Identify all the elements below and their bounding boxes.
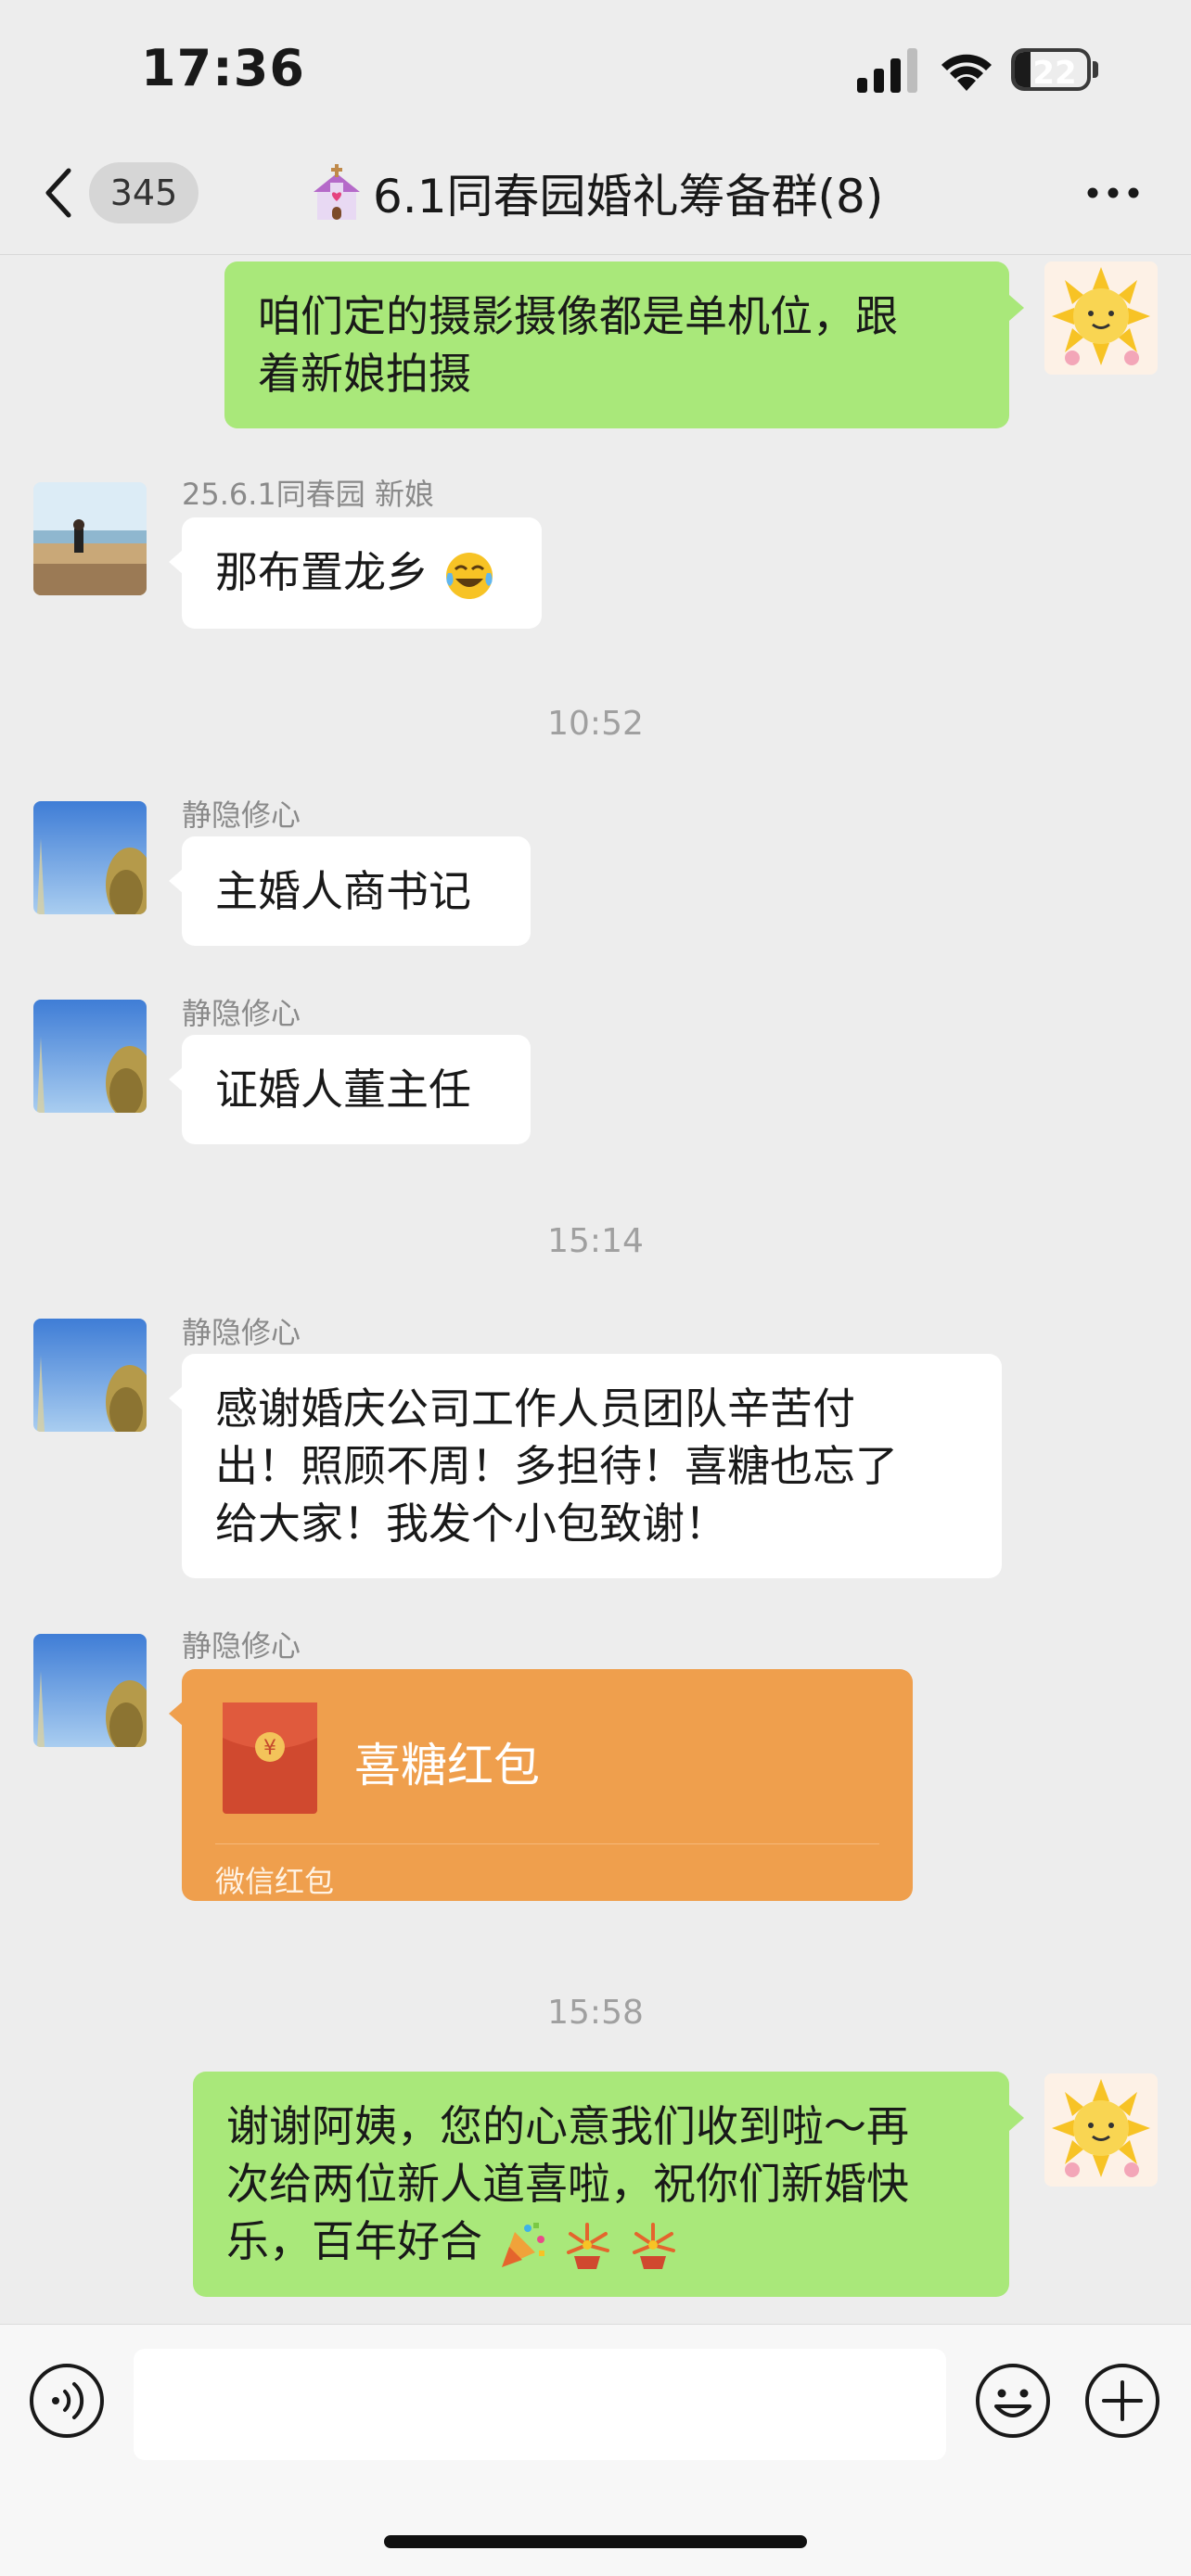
- yuan-symbol: ¥: [263, 1737, 276, 1760]
- red-packet-label: 微信红包: [215, 1864, 335, 1899]
- sender-avatar[interactable]: [33, 1319, 147, 1432]
- message-text: 主婚人商书记: [215, 866, 471, 916]
- message-text-line: 感谢婚庆公司工作人员团队辛苦付: [215, 1384, 855, 1434]
- battery-indicator: 22: [1011, 48, 1100, 93]
- sender-name: 静隐修心: [182, 1315, 301, 1350]
- sender-avatar[interactable]: [33, 1634, 147, 1747]
- message-bubble-outgoing[interactable]: 谢谢阿姨，您的心意我们收到啦～再 次给两位新人道喜啦，祝你们新婚快 乐，百年好合: [193, 2072, 1024, 2297]
- back-button[interactable]: 345: [37, 158, 198, 228]
- message-bubble-incoming[interactable]: 证婚人董主任: [169, 1035, 531, 1144]
- signal-icon: [857, 48, 917, 93]
- message-text: 证婚人董主任: [215, 1065, 471, 1115]
- message-bubble-outgoing[interactable]: 咱们定的摄影摄像都是单机位，跟 着新娘拍摄: [224, 261, 1024, 428]
- message-list[interactable]: 咱们定的摄影摄像都是单机位，跟 着新娘拍摄 25.6.1同春园 新娘 那布置龙乡…: [0, 256, 1191, 2324]
- sender-avatar[interactable]: [33, 801, 147, 914]
- sender-name: 静隐修心: [182, 1628, 301, 1664]
- sender-avatar[interactable]: [33, 1000, 147, 1113]
- home-indicator: [384, 2535, 807, 2548]
- message-text: 那布置龙乡: [215, 547, 429, 597]
- status-time: 17:36: [141, 39, 305, 97]
- chat-title-text: 6.1同春园婚礼筹备群(8): [373, 170, 884, 223]
- fireworks-emoji-icon: [632, 2222, 675, 2269]
- my-avatar[interactable]: [1044, 261, 1158, 375]
- sky-tree-avatar-image: [33, 1634, 147, 1747]
- more-options-button[interactable]: [1080, 171, 1146, 215]
- tears-of-joy-emoji-icon: [445, 552, 493, 599]
- fireworks-emoji-icon: [567, 2222, 610, 2269]
- sky-tree-avatar-image: [33, 1319, 147, 1432]
- sender-name: 静隐修心: [182, 996, 301, 1031]
- sky-tree-avatar-image: [33, 1000, 147, 1113]
- chevron-left-icon: [45, 168, 71, 218]
- sender-name: 静隐修心: [182, 797, 301, 833]
- sky-tree-avatar-image: [33, 801, 147, 914]
- church-emoji-icon: [314, 164, 360, 220]
- red-packet-title: 喜糖红包: [354, 1739, 540, 1792]
- sun-cartoon-avatar-image: [1044, 261, 1158, 375]
- message-text-line-text: 乐，百年好合: [226, 2216, 482, 2266]
- message-text-line: 咱们定的摄影摄像都是单机位，跟: [258, 291, 898, 341]
- party-popper-emoji-icon: [501, 2222, 544, 2267]
- battery-level: 22: [1032, 55, 1077, 91]
- beach-photo-avatar-image: [33, 482, 147, 595]
- sender-name: 25.6.1同春园 新娘: [182, 477, 434, 512]
- message-text-line: 出！照顾不周！多担待！喜糖也忘了: [215, 1441, 898, 1491]
- message-text-line: 次给两位新人道喜啦，祝你们新婚快: [226, 2159, 909, 2209]
- message-input[interactable]: [134, 2349, 946, 2460]
- message-text-line: 给大家！我发个小包致谢！: [215, 1498, 727, 1549]
- message-text-line: 乐，百年好合: [226, 2213, 976, 2271]
- message-bubble-incoming[interactable]: 主婚人商书记: [169, 836, 531, 946]
- red-packet-divider: [215, 1843, 879, 1844]
- battery-cap: [1093, 61, 1098, 78]
- unread-count-badge: 345: [89, 162, 198, 223]
- sun-cartoon-avatar-image: [1044, 2073, 1158, 2187]
- sender-avatar[interactable]: [33, 482, 147, 595]
- red-packet-message[interactable]: ¥ 喜糖红包 微信红包: [169, 1669, 913, 1901]
- chat-title[interactable]: 6.1同春园婚礼筹备群(8): [306, 158, 883, 228]
- plus-icon[interactable]: [1083, 2362, 1161, 2440]
- message-text-line: 谢谢阿姨，您的心意我们收到啦～再: [226, 2101, 909, 2151]
- message-bubble-incoming[interactable]: 感谢婚庆公司工作人员团队辛苦付 出！照顾不周！多担待！喜糖也忘了 给大家！我发个…: [169, 1354, 1002, 1578]
- time-divider: 15:14: [547, 1222, 644, 1260]
- emoji-icon[interactable]: [974, 2362, 1052, 2440]
- red-envelope-icon: ¥: [223, 1702, 317, 1814]
- chat-header: 345 6.1同春园婚礼筹备群(8): [0, 139, 1191, 255]
- my-avatar[interactable]: [1044, 2073, 1158, 2187]
- message-text-line: 着新娘拍摄: [258, 349, 471, 399]
- status-bar: 17:36 22: [0, 0, 1191, 139]
- message-bubble-incoming[interactable]: 那布置龙乡: [169, 517, 542, 629]
- time-divider: 10:52: [547, 705, 644, 743]
- wifi-icon: [941, 54, 992, 91]
- time-divider: 15:58: [547, 1994, 644, 2032]
- voice-icon[interactable]: [28, 2362, 106, 2440]
